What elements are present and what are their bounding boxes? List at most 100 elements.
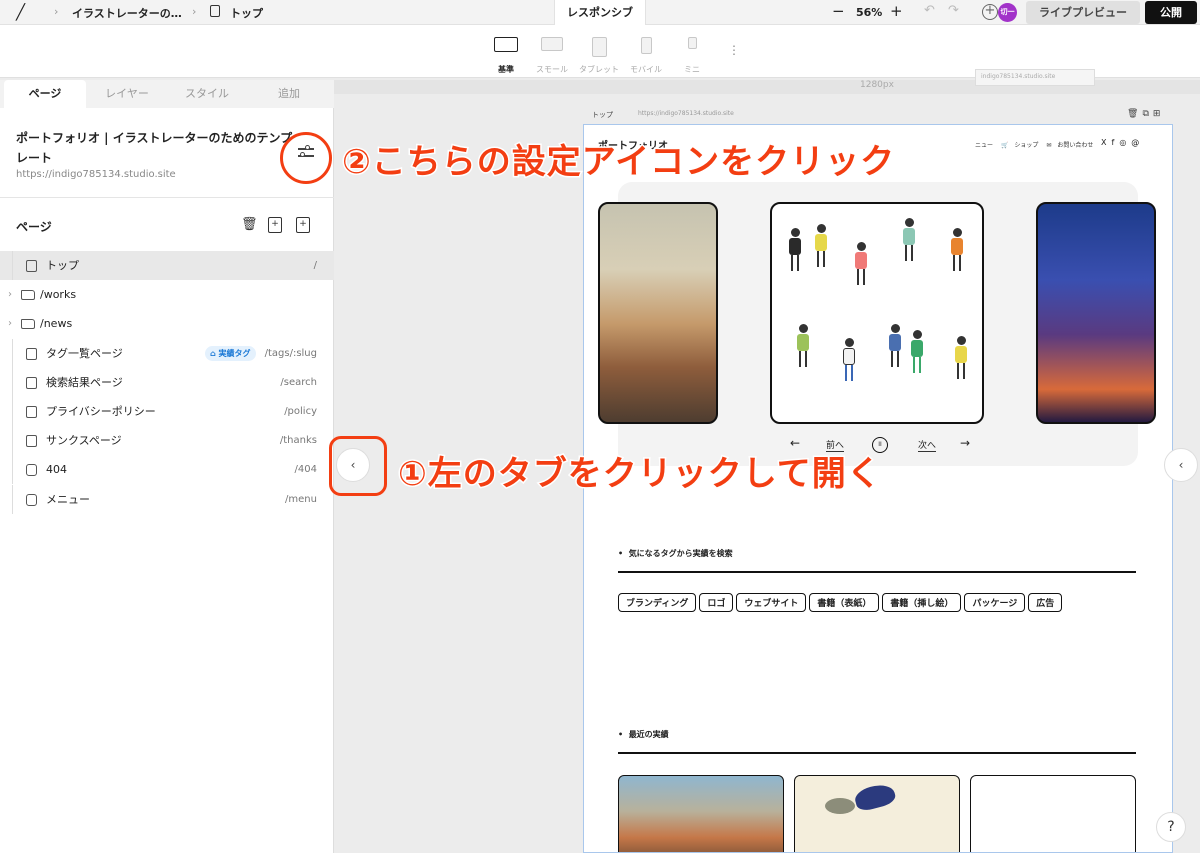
page-path: /404 [294, 464, 317, 476]
nav-contact-item[interactable]: ✉ お問い合わせ [1046, 142, 1093, 149]
annotation-circle-tab [329, 436, 387, 496]
carousel-card-street-illustration [598, 202, 718, 424]
page-item-tags[interactable]: タグ一覧ページ ⌂ 実績タグ /tags/:slug [0, 338, 334, 368]
page-path: /policy [284, 405, 317, 417]
pages-heading: ページ [16, 220, 52, 234]
help-button[interactable]: ? [1156, 812, 1186, 842]
nav-menu-item[interactable]: ニュー [975, 142, 993, 149]
breadcrumb-page[interactable]: トップ [230, 5, 263, 21]
live-preview-button[interactable]: ライブプレビュー [1026, 1, 1140, 24]
chevron-right-icon[interactable]: › [8, 309, 12, 338]
threads-icon[interactable]: @ [1131, 138, 1144, 147]
page-path: /tags/:slug [264, 347, 317, 359]
page-name: /works [40, 288, 77, 302]
page-item-404[interactable]: 404 /404 [0, 455, 334, 485]
tag-button[interactable]: ウェブサイト [736, 593, 807, 612]
tab-style[interactable]: スタイル [166, 80, 248, 108]
tag-button[interactable]: ブランディング [618, 593, 697, 612]
zoom-in-button[interactable]: + [890, 2, 903, 20]
error-page-icon [26, 464, 37, 477]
add-icon[interactable]: ⊞ [1153, 109, 1165, 119]
frame-url: https://indigo785134.studio.site [638, 110, 734, 117]
work-thumbnail[interactable] [618, 775, 784, 852]
device-mini[interactable]: ミニ [664, 25, 720, 78]
tag-button[interactable]: 書籍（表紙） [809, 593, 880, 612]
trash-icon[interactable]: 🗑 [241, 217, 258, 233]
page-item-top[interactable]: トップ / [0, 251, 334, 281]
x-icon[interactable]: X [1101, 138, 1111, 147]
document-icon [26, 405, 37, 418]
publish-button[interactable]: 公開 [1145, 1, 1197, 24]
top-bar: ╱ › イラストレーターの… › トップ レスポンシブ − 56% + ↶ ↷ … [0, 0, 1200, 25]
section-heading: • 気になるタグから実績を検索 [618, 549, 733, 558]
user-avatar[interactable]: 切一 [998, 3, 1017, 22]
section-divider [618, 571, 1136, 573]
frame-page-label[interactable]: トップ [592, 110, 613, 120]
folder-icon [21, 319, 35, 330]
more-options-icon[interactable]: ⋮ [728, 43, 740, 57]
tag-button[interactable]: 広告 [1028, 593, 1063, 612]
annotation-step1: ①左のタブをクリックして開く [397, 453, 883, 496]
carousel-next-button[interactable]: 次へ [918, 438, 937, 452]
chevron-right-icon[interactable]: › [8, 280, 12, 309]
tag-button[interactable]: パッケージ [964, 593, 1026, 612]
duplicate-page-icon[interactable]: + [268, 217, 282, 233]
annotation-circle-settings [280, 132, 332, 184]
page-path: /search [280, 376, 317, 388]
breadcrumb-project[interactable]: イラストレーターの… [72, 5, 182, 21]
work-thumbnail[interactable] [794, 775, 960, 852]
tab-add[interactable]: 追加 [248, 80, 330, 108]
section-heading: • 最近の実績 [618, 730, 669, 739]
redo-icon[interactable]: ↷ [948, 3, 959, 18]
frame-tools: 🗑⧉⊞ [1127, 109, 1164, 119]
search-page-icon [26, 376, 37, 389]
tab-pages[interactable]: ページ [4, 80, 86, 108]
page-name: プライバシーポリシー [46, 404, 156, 418]
tablet-icon [591, 37, 607, 57]
document-icon [26, 435, 37, 448]
hero-carousel: ← 前へ II 次へ → [598, 182, 1156, 466]
work-thumbnail[interactable] [970, 775, 1136, 852]
delete-icon[interactable]: 🗑 [1127, 109, 1142, 119]
page-name: タグ一覧ページ [46, 346, 123, 360]
tab-layers[interactable]: レイヤー [86, 80, 168, 108]
page-item-policy[interactable]: プライバシーポリシー /policy [0, 396, 334, 426]
tag-list: ブランディング ロゴ ウェブサイト 書籍（表紙） 書籍（挿し絵） パッケージ 広告 [618, 591, 1136, 619]
page-item-search[interactable]: 検索結果ページ /search [0, 367, 334, 397]
zoom-out-button[interactable]: − [832, 2, 845, 20]
panel-tabs: ページ レイヤー スタイル 追加 [0, 80, 334, 108]
nav-shop-item[interactable]: 🛒 ショップ [1001, 142, 1039, 149]
page-item-thanks[interactable]: サンクスページ /thanks [0, 426, 334, 456]
tag-button[interactable]: ロゴ [699, 593, 734, 612]
page-path: /menu [285, 493, 317, 505]
home-page-icon [26, 260, 37, 272]
device-label: ミニ [684, 65, 700, 74]
breadcrumb-separator-icon: › [54, 5, 59, 18]
site-url[interactable]: https://indigo785134.studio.site [16, 169, 176, 180]
carousel-card-people-illustration [770, 202, 984, 424]
page-name: /news [40, 317, 73, 331]
add-page-icon[interactable]: + [296, 217, 310, 233]
studio-logo-icon[interactable]: ╱ [16, 3, 25, 21]
page-folder-news[interactable]: › /news [0, 309, 334, 338]
tag-button[interactable]: 書籍（挿し絵） [882, 593, 962, 612]
invite-member-icon[interactable]: + [982, 4, 998, 20]
page-item-menu[interactable]: メニュー /menu [0, 484, 334, 514]
zoom-level[interactable]: 56% [856, 6, 882, 19]
page-list: トップ / › /works › /news タグ一覧ページ ⌂ 実績タグ /t… [0, 251, 334, 514]
left-panel: ページ レイヤー スタイル 追加 ポートフォリオ | イラストレーターのためのテ… [0, 80, 334, 853]
responsive-mode-tab[interactable]: レスポンシブ [554, 0, 646, 25]
page-folder-works[interactable]: › /works [0, 280, 334, 309]
ruler-width-label: 1280px [860, 80, 894, 90]
carousel-card-city-night-illustration [1036, 202, 1156, 424]
instagram-icon[interactable]: ◎ [1119, 138, 1131, 147]
laptop-icon [541, 37, 563, 51]
duplicate-icon[interactable]: ⧉ [1142, 109, 1152, 119]
arrow-right-icon[interactable]: → [960, 436, 970, 450]
tag-badge: ⌂ 実績タグ [205, 345, 256, 361]
undo-icon[interactable]: ↶ [924, 3, 935, 18]
page-path: /thanks [279, 435, 317, 447]
folder-icon [21, 290, 35, 301]
open-right-panel-button[interactable]: ‹ [1164, 448, 1198, 482]
chevron-left-icon: ‹ [1178, 458, 1184, 472]
